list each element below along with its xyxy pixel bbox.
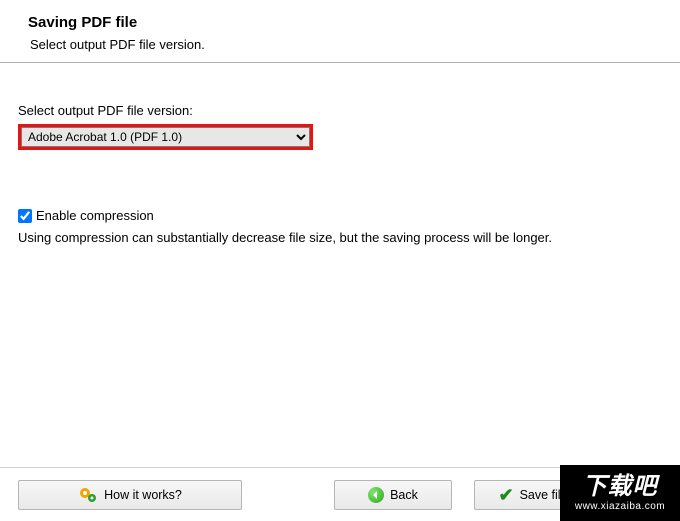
enable-compression-checkbox[interactable] (18, 209, 32, 223)
arrow-left-icon (368, 487, 384, 503)
version-select[interactable]: Adobe Acrobat 1.0 (PDF 1.0) (21, 127, 310, 147)
enable-compression-label: Enable compression (36, 208, 154, 223)
back-button[interactable]: Back (334, 480, 452, 510)
page-title: Saving PDF file (28, 14, 680, 31)
how-it-works-label: How it works? (104, 488, 182, 502)
watermark-url: www.xiazaiba.com (575, 501, 665, 512)
compression-description: Using compression can substantially decr… (18, 229, 662, 247)
check-icon: ✔ (498, 486, 513, 504)
watermark-title: 下载吧 (583, 475, 658, 499)
version-select-highlight: Adobe Acrobat 1.0 (PDF 1.0) (18, 124, 313, 150)
content-area: Select output PDF file version: Adobe Ac… (0, 63, 680, 247)
watermark: 下载吧 www.xiazaiba.com (560, 465, 680, 521)
compression-section: Enable compression Using compression can… (18, 208, 662, 247)
how-it-works-button[interactable]: How it works? (18, 480, 242, 510)
page-subtitle: Select output PDF file version. (30, 37, 680, 52)
version-label: Select output PDF file version: (18, 103, 662, 118)
header: Saving PDF file Select output PDF file v… (0, 0, 680, 63)
back-label: Back (390, 488, 418, 502)
gear-icon (78, 486, 98, 504)
